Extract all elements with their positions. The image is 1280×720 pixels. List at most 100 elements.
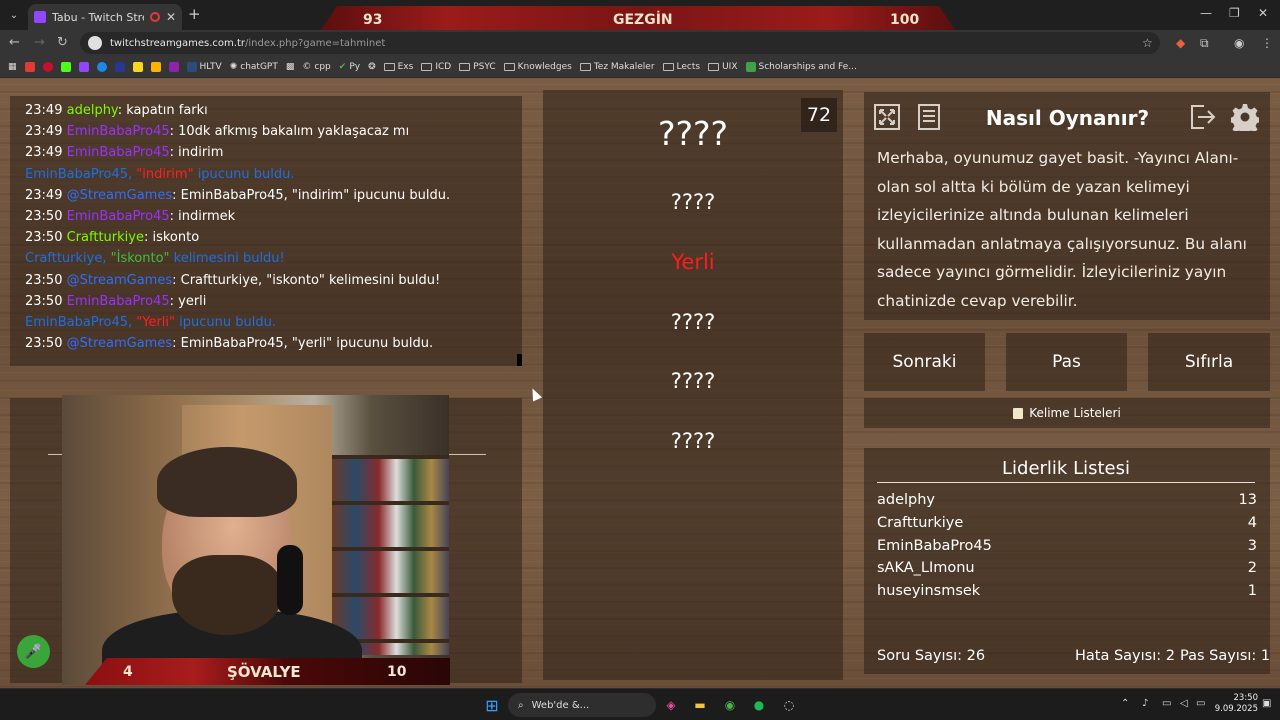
bookmark-youtube[interactable] [24,61,35,72]
reload-icon[interactable]: ↻ [57,35,68,50]
bookmark-folder-tez[interactable]: Tez Makaleler [579,62,655,72]
chrome-icon[interactable]: ◉ [721,696,739,714]
maximize-icon[interactable]: ❐ [1229,6,1240,20]
pass-button[interactable]: Pas [1006,333,1127,391]
message-user[interactable]: @StreamGames [67,188,173,203]
apps-grid-icon[interactable]: ▦ [8,62,17,72]
bookmark-pinterest[interactable] [42,61,53,72]
message-user[interactable]: EminBabaPro45 [67,145,170,160]
message-time: 23:50 [25,336,63,352]
yellow-app-icon [132,61,143,72]
notification-icon[interactable]: ▣ [1262,698,1271,709]
tab-tabu[interactable]: Tabu - Twitch Stream Games ✕ [28,4,182,30]
figma-icon[interactable]: ◈ [662,696,680,714]
bookmark-kick[interactable] [60,61,71,72]
extension-icon[interactable]: ◆ [1176,36,1185,50]
bookmark-cpp[interactable]: © cpp [302,62,330,72]
taskbar-search[interactable]: ⌕ Web'de &... [508,693,656,717]
camera-score-right: 10 [387,663,407,680]
url-host: twitchstreamgames.com.tr [110,37,246,49]
bookmark-qr[interactable]: ▩ [286,62,295,72]
forward-icon[interactable]: → [34,35,45,50]
pass-count: Pas Sayısı: 1 [1180,648,1271,664]
message-time: 23:49 [25,103,63,118]
message-user[interactable]: Craftturkiye [67,230,144,245]
message-text: : EminBabaPro45, "yerli" ipucunu buldu. [172,336,434,352]
reset-button[interactable]: Sıfırla [1148,333,1270,391]
message-user[interactable]: EminBabaPro45 [67,294,170,309]
bookmark-label: Py [349,61,361,72]
display-icon[interactable]: ▭ [1162,698,1171,709]
taskbar-clock[interactable]: 23:50 9.09.2025 [1208,693,1258,715]
bookmark-star-icon[interactable]: ☆ [1142,36,1153,50]
divider [449,454,486,455]
chat-message: 23:50 @StreamGames: EminBabaPro45, "yerl… [25,333,507,354]
system-message-part: "Yerli" [136,315,176,331]
address-bar-row: ← → ↻ twitchstreamgames.com.tr /index.ph… [0,30,1280,56]
chat-message: EminBabaPro45, "Yerli" ipucunu buldu. [25,312,507,333]
bookmark-label: PSYC [473,61,496,72]
chat-scrollbar[interactable] [517,354,522,366]
bookmark-folder-psyc[interactable]: PSYC [459,61,496,72]
taboo-word-5: ???? [670,429,716,453]
message-user[interactable]: @StreamGames [67,273,173,288]
document-icon[interactable] [914,102,944,132]
folder-icon [708,62,720,71]
next-button[interactable]: Sonraki [864,333,985,391]
exit-icon[interactable] [1187,102,1217,132]
windows-start-icon[interactable]: ⊞ [483,696,501,715]
bookmark-ticket[interactable] [150,61,161,72]
streamer-hair [157,447,297,517]
word-lists-button[interactable]: Kelime Listeleri [864,398,1270,428]
close-window-icon[interactable]: ✕ [1258,6,1268,20]
prime-icon [96,61,107,72]
app-icon[interactable]: ◌ [780,696,798,714]
bookmark-folder-exs[interactable]: Exs [383,61,414,72]
tab-search-chevron-icon[interactable]: ⌄ [4,5,24,25]
message-user[interactable]: EminBabaPro45 [67,124,170,139]
bookmark-purple[interactable] [168,61,179,72]
microphone-button[interactable]: 🎤 [17,635,50,668]
tray-chevron-icon[interactable]: ⌃ [1121,698,1129,709]
battery-icon[interactable]: ▭ [1196,698,1205,709]
bookmark-b[interactable] [114,61,125,72]
py-icon: ✔ [338,61,347,72]
bookmark-scholarships[interactable]: Scholarships and Fe... [745,61,857,72]
bookmark-folder-knowledges[interactable]: Knowledges [503,62,572,72]
bookmark-folder-lects[interactable]: Lects [662,62,700,72]
streamer-beard [172,555,282,635]
new-tab-icon[interactable]: + [188,5,201,23]
system-message-part: EminBabaPro45, [25,166,137,182]
message-user[interactable]: adelphy [67,103,118,118]
bookmark-yellow[interactable] [132,61,143,72]
settings-gear-icon[interactable] [1230,102,1260,132]
bookmark-hltv[interactable]: HLTV [186,61,222,72]
site-info-icon[interactable] [88,36,102,50]
bookmark-folder-uix[interactable]: UIX [708,62,738,72]
close-tab-icon[interactable]: ✕ [166,10,176,24]
message-text: : 10dk afkmış bakalım yaklaşacaz mı [169,124,410,140]
back-icon[interactable]: ← [9,35,20,50]
file-explorer-icon[interactable]: ▬ [691,696,709,714]
windows-taskbar: ⊞ ⌕ Web'de &... ◈ ▬ ◉ ● ◌ ⌃ ♪ ▭ ◁ ▭ 23:5… [0,688,1280,720]
message-user[interactable]: EminBabaPro45 [67,209,170,224]
minimize-icon[interactable]: — [1200,6,1212,20]
volume-icon[interactable]: ◁ [1180,698,1188,709]
mic-tray-icon[interactable]: ♪ [1142,698,1148,709]
fullscreen-icon[interactable] [872,102,902,132]
bookmark-chatgpt[interactable]: ✺ chatGPT [230,62,278,72]
message-user[interactable]: @StreamGames [67,336,173,351]
url-bar[interactable]: twitchstreamgames.com.tr /index.php?game… [80,32,1160,54]
bookmark-label: Exs [397,61,414,72]
bookmark-prime[interactable] [96,61,107,72]
profile-icon[interactable]: ◉ [1234,36,1244,50]
menu-kebab-icon[interactable]: ⋮ [1261,36,1273,50]
bookmark-twitch[interactable] [78,61,89,72]
extensions-puzzle-icon[interactable]: ⧉ [1200,36,1209,51]
folder-icon [579,62,591,71]
bookmark-folder-icd[interactable]: ICD [421,62,451,72]
spotify-icon[interactable]: ● [750,696,768,714]
bookmark-brain[interactable]: ❂ [368,62,376,72]
bookmark-py[interactable]: ✔ Py [339,62,360,72]
bookmarks-bar: ▦ HLTV ✺ chatGPT ▩ © cpp ✔ Py ❂ Exs ICD PSY… [0,56,1280,78]
